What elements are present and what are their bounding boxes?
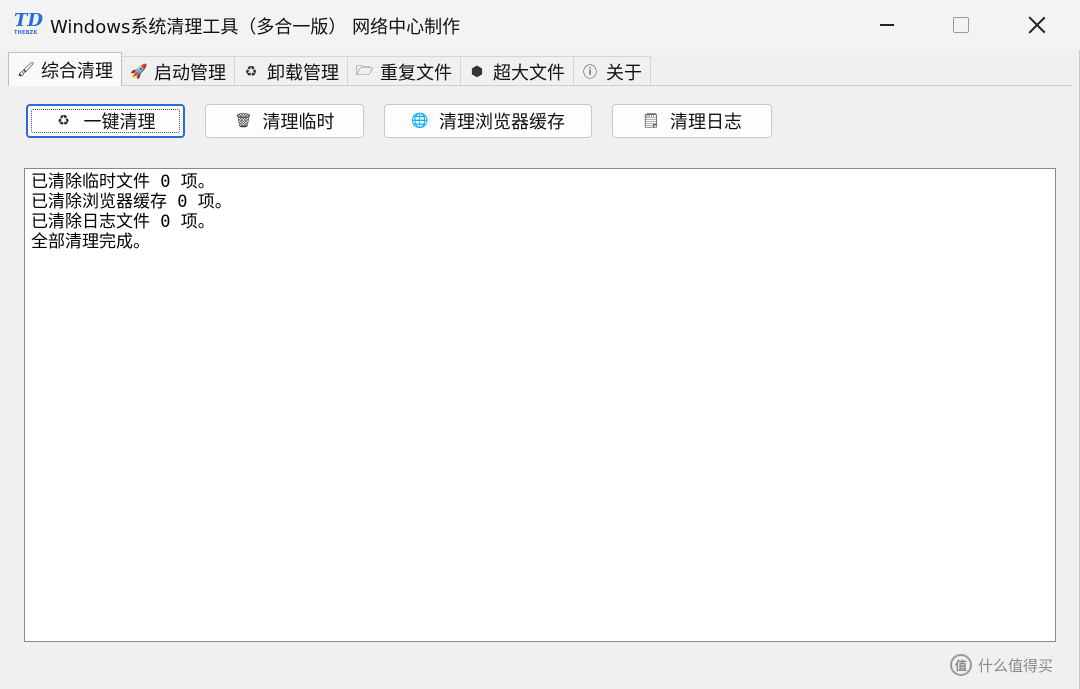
log-line: 已清除浏览器缓存 0 项。 (31, 192, 232, 212)
button-label: 清理临时 (262, 112, 335, 133)
tab-label: 重复文件 (380, 62, 452, 84)
log-output-textarea[interactable]: 已清除临时文件 0 项。 已清除浏览器缓存 0 项。 已清除日志文件 0 项。 … (24, 168, 1056, 642)
log-line: 全部清理完成。 (31, 232, 150, 252)
minimize-button[interactable] (852, 0, 922, 50)
logo-subtext: THEBZK (14, 30, 38, 36)
brush-icon: 🖌 (17, 61, 35, 78)
minimize-icon (880, 24, 894, 26)
tab-about[interactable]: ⓘ 关于 (573, 56, 651, 86)
document-icon: 🗒 (642, 113, 660, 129)
button-label: 清理日志 (670, 112, 742, 133)
clean-logs-button[interactable]: 🗒 清理日志 (612, 104, 772, 138)
globe-icon: 🌐 (411, 113, 429, 129)
tab-label: 卸载管理 (267, 62, 339, 84)
package-icon: ⬢ (470, 63, 484, 80)
one-click-clean-button[interactable]: ♻ 一键清理 (26, 104, 185, 138)
tab-label: 启动管理 (154, 62, 226, 84)
tab-duplicate-files[interactable]: 🗁 重复文件 (347, 56, 461, 86)
site-watermark: 值 什么值得买 (950, 654, 1053, 676)
tab-label: 综合清理 (41, 60, 113, 82)
tab-large-files[interactable]: ⬢ 超大文件 (460, 56, 574, 86)
tab-label: 关于 (606, 62, 642, 84)
recycle-icon: ♻ (244, 63, 258, 80)
clean-temp-button[interactable]: 🗑 清理临时 (205, 104, 364, 138)
title-bar[interactable]: TD THEBZK Windows系统清理工具（多合一版） 网络中心制作 (0, 0, 1080, 50)
recycle-icon: ♻ (57, 113, 70, 129)
app-window: TD THEBZK Windows系统清理工具（多合一版） 网络中心制作 🖌 综… (0, 0, 1080, 689)
watermark-badge-icon: 值 (950, 654, 972, 676)
log-line: 已清除临时文件 0 项。 (31, 172, 215, 192)
info-icon: ⓘ (583, 64, 597, 81)
app-logo: TD THEBZK (14, 10, 44, 38)
logo-mark: TD (14, 10, 44, 31)
trash-icon: 🗑 (234, 113, 253, 129)
close-button[interactable] (1002, 0, 1072, 50)
clean-panel: ♻ 一键清理 🗑 清理临时 🌐 清理浏览器缓存 🗒 清理日志 已清除临时文件 0… (8, 86, 1072, 682)
button-label: 清理浏览器缓存 (439, 112, 565, 133)
tab-startup-manager[interactable]: 🚀 启动管理 (121, 56, 235, 86)
rocket-icon: 🚀 (130, 63, 148, 80)
close-icon (1028, 16, 1046, 34)
maximize-icon (953, 17, 969, 33)
tab-comprehensive-clean[interactable]: 🖌 综合清理 (8, 52, 122, 86)
clean-browser-cache-button[interactable]: 🌐 清理浏览器缓存 (384, 104, 592, 138)
tab-label: 超大文件 (493, 62, 565, 84)
tab-strip: 🖌 综合清理 🚀 启动管理 ♻ 卸载管理 🗁 重复文件 ⬢ 超大文件 ⓘ 关于 (8, 52, 651, 86)
tab-uninstall-manager[interactable]: ♻ 卸载管理 (234, 56, 348, 86)
watermark-text: 什么值得买 (978, 656, 1054, 675)
folder-icon: 🗁 (356, 62, 374, 79)
log-line: 已清除日志文件 0 项。 (31, 212, 215, 232)
window-title: Windows系统清理工具（多合一版） 网络中心制作 (50, 17, 461, 38)
button-label: 一键清理 (83, 112, 156, 133)
maximize-button[interactable] (926, 0, 996, 50)
